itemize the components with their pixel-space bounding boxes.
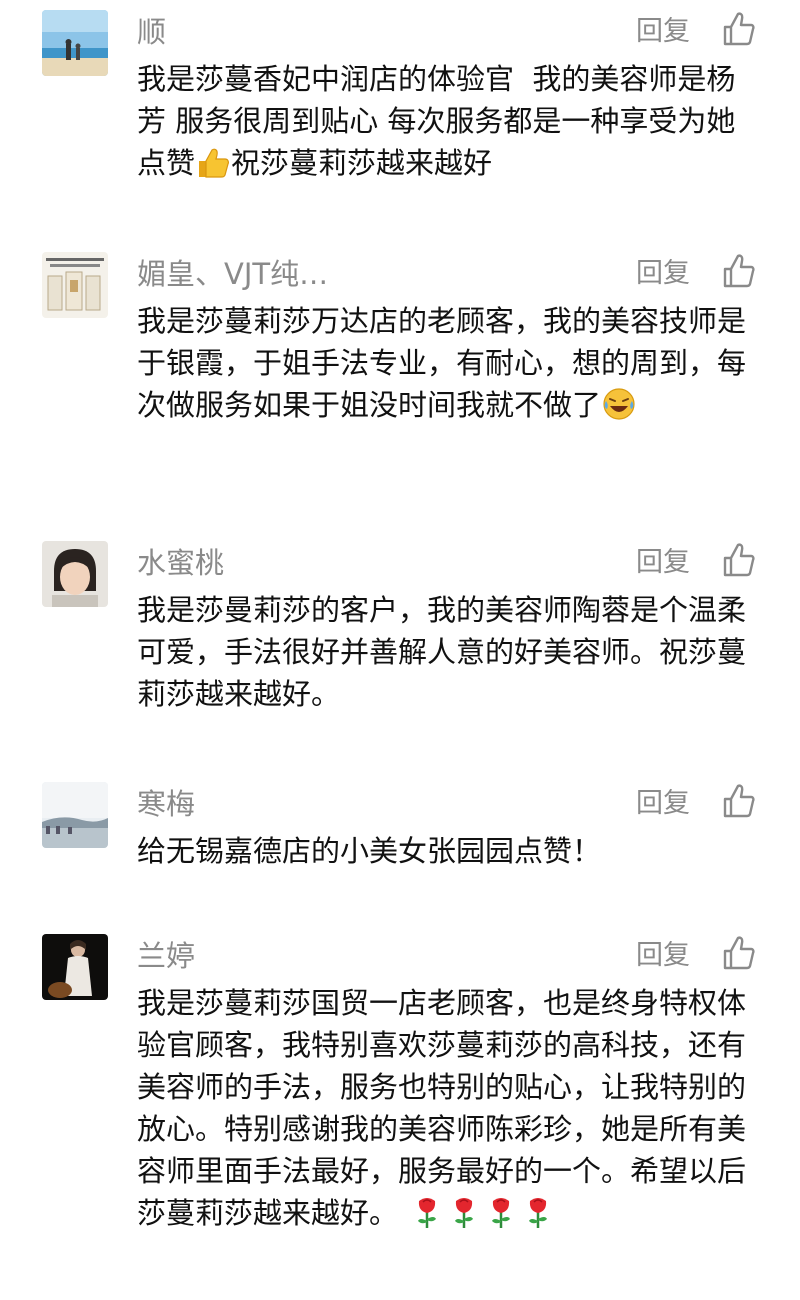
avatar[interactable] bbox=[42, 541, 108, 607]
comment-author-name[interactable]: 媚皇、VJT纯… bbox=[137, 256, 328, 292]
comment-text-tail: 祝莎蔓莉莎越来越好 bbox=[231, 146, 493, 180]
comment-text-main: 我是莎蔓莉莎万达店的老顾客，我的美容技师是于银霞，于姐手法专业，有耐心，想的周到… bbox=[137, 304, 747, 422]
comment-text: 我是莎蔓莉莎万达店的老顾客，我的美容技师是于银霞，于姐手法专业，有耐心，想的周到… bbox=[137, 300, 762, 432]
avatar[interactable] bbox=[42, 10, 108, 76]
comment-text: 我是莎曼莉莎的客户，我的美容师陶蓉是个温柔可爱，手法很好并善解人意的好美容师。祝… bbox=[137, 589, 762, 715]
thumbs-up-icon bbox=[723, 254, 755, 288]
avatar[interactable] bbox=[42, 252, 108, 318]
avatar[interactable] bbox=[42, 782, 108, 848]
reply-button[interactable]: 回复 bbox=[636, 14, 690, 50]
like-button[interactable] bbox=[722, 783, 756, 819]
reply-button[interactable]: 回复 bbox=[636, 256, 690, 292]
comment-text-main: 我是莎曼莉莎的客户，我的美容师陶蓉是个温柔可爱，手法很好并善解人意的好美容师。祝… bbox=[137, 593, 747, 711]
rose-emoji-icon bbox=[523, 1195, 553, 1240]
like-button[interactable] bbox=[722, 542, 756, 578]
thumbs-up-emoji-icon bbox=[196, 147, 230, 190]
comment-author-name[interactable]: 顺 bbox=[137, 14, 166, 50]
comment-text: 给无锡嘉德店的小美女张园园点赞！ bbox=[137, 830, 762, 872]
avatar[interactable] bbox=[42, 934, 108, 1000]
comment-text-main: 我是莎蔓莉莎国贸一店老顾客，也是终身特权体验官顾客，我特别喜欢莎蔓莉莎的高科技，… bbox=[137, 986, 747, 1230]
thumbs-up-icon bbox=[723, 12, 755, 46]
reply-button[interactable]: 回复 bbox=[636, 786, 690, 822]
reply-button[interactable]: 回复 bbox=[636, 938, 690, 974]
rose-emoji-icon bbox=[486, 1195, 516, 1240]
rose-emoji-icon bbox=[449, 1195, 479, 1240]
comment-text: 我是莎蔓莉莎国贸一店老顾客，也是终身特权体验官顾客，我特别喜欢莎蔓莉莎的高科技，… bbox=[137, 982, 762, 1240]
comment-author-name[interactable]: 兰婷 bbox=[137, 938, 195, 974]
comment-author-name[interactable]: 水蜜桃 bbox=[137, 545, 224, 581]
comment-text: 我是莎蔓香妃中润店的体验官 我的美容师是杨芳 服务很周到贴心 每次服务都是一种享… bbox=[137, 58, 762, 190]
like-button[interactable] bbox=[722, 11, 756, 47]
reply-button[interactable]: 回复 bbox=[636, 545, 690, 581]
thumbs-up-icon bbox=[723, 543, 755, 577]
laughing-crying-emoji-icon bbox=[602, 387, 636, 432]
thumbs-up-icon bbox=[723, 784, 755, 818]
comment-text-main: 给无锡嘉德店的小美女张园园点赞！ bbox=[137, 834, 602, 868]
thumbs-up-icon bbox=[723, 936, 755, 970]
comment-author-name[interactable]: 寒梅 bbox=[137, 786, 195, 822]
rose-emoji-icon bbox=[412, 1195, 442, 1240]
like-button[interactable] bbox=[722, 253, 756, 289]
like-button[interactable] bbox=[722, 935, 756, 971]
